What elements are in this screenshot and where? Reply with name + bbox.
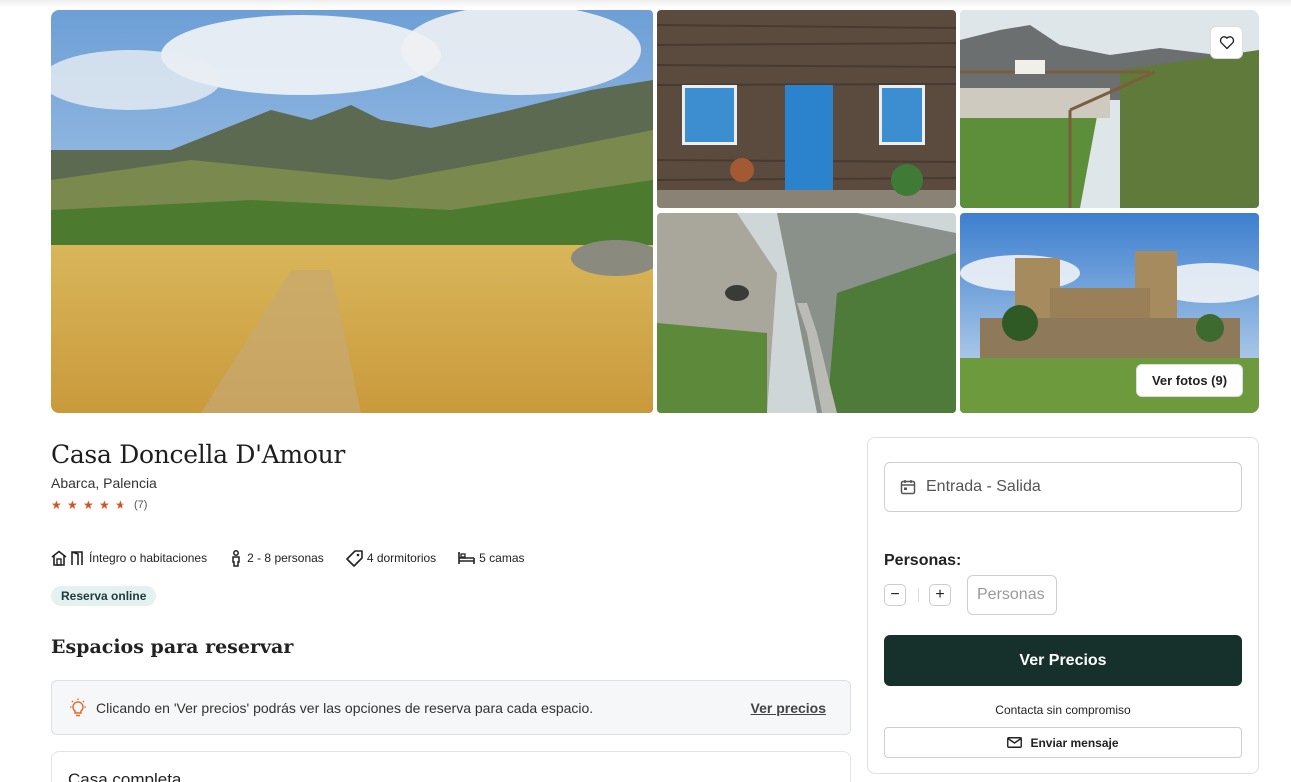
- stepper-divider: [918, 588, 919, 602]
- star-icon: ★: [51, 498, 62, 512]
- review-count: (7): [134, 499, 148, 511]
- feature-rental-type: Íntegro o habitaciones: [51, 550, 207, 566]
- favorite-button[interactable]: [1210, 26, 1243, 59]
- increase-persons-button[interactable]: +: [929, 584, 951, 606]
- feature-label: Íntegro o habitaciones: [89, 551, 208, 565]
- spaces-section-title: Espacios para reservar: [51, 636, 294, 658]
- photo-gorge-road[interactable]: [657, 213, 956, 413]
- feature-beds: 5 camas: [458, 551, 525, 565]
- listing-title: Casa Doncella D'Amour: [51, 440, 346, 469]
- send-message-label: Enviar mensaje: [1030, 735, 1119, 750]
- view-prices-link[interactable]: Ver precios: [751, 700, 827, 716]
- envelope-icon: [1007, 737, 1023, 748]
- lightbulb-icon: [70, 698, 86, 716]
- feature-label: 2 - 8 personas: [247, 551, 324, 565]
- house-door-icon: [51, 550, 83, 566]
- feature-capacity: 2 - 8 personas: [229, 549, 324, 567]
- photo-stone-house[interactable]: [657, 10, 956, 208]
- listing-location: Abarca, Palencia: [51, 475, 157, 491]
- key-tag-icon: [346, 549, 363, 567]
- online-booking-badge: Reserva online: [51, 586, 157, 606]
- send-message-button[interactable]: Enviar mensaje: [884, 727, 1242, 758]
- rating[interactable]: ★ ★ ★ ★ ★ (7): [51, 499, 147, 511]
- decrease-persons-button[interactable]: −: [884, 584, 906, 606]
- feature-label: 4 dormitorios: [366, 551, 437, 565]
- view-prices-button[interactable]: Ver Precios: [884, 635, 1242, 686]
- photo-gallery: Ver fotos (9): [51, 10, 1259, 413]
- booking-panel: Entrada - Salida Personas: − + Ver Preci…: [867, 437, 1259, 774]
- half-star-icon: ★: [115, 499, 129, 511]
- persons-label: Personas:: [884, 552, 962, 569]
- photo-mountain-meadow[interactable]: [51, 10, 653, 413]
- star-icon: ★: [99, 498, 110, 512]
- space-card[interactable]: Casa completa: [51, 751, 851, 782]
- feature-label: 5 camas: [479, 551, 525, 565]
- person-icon: [232, 549, 240, 567]
- spaces-info-text: Clicando en 'Ver precios' podrás ver las…: [96, 699, 594, 716]
- date-range-placeholder: Entrada - Salida: [926, 478, 1041, 495]
- calendar-icon: [900, 480, 916, 495]
- heart-icon: [1219, 36, 1234, 50]
- view-photos-button[interactable]: Ver fotos (9): [1136, 364, 1243, 397]
- persons-input[interactable]: [967, 575, 1057, 615]
- top-shadow: [0, 0, 1291, 8]
- date-range-field[interactable]: Entrada - Salida: [884, 462, 1242, 512]
- star-icon: ★: [83, 498, 94, 512]
- space-card-title: Casa completa: [68, 770, 182, 782]
- spaces-info-box: Clicando en 'Ver precios' podrás ver las…: [51, 680, 851, 735]
- feature-bedrooms: 4 dormitorios: [346, 549, 437, 567]
- feature-list: Íntegro o habitaciones 2 - 8 personas 4 …: [51, 548, 547, 568]
- bed-icon: [458, 552, 475, 564]
- star-icon: ★: [67, 498, 78, 512]
- contact-note: Contacta sin compromiso: [995, 703, 1131, 717]
